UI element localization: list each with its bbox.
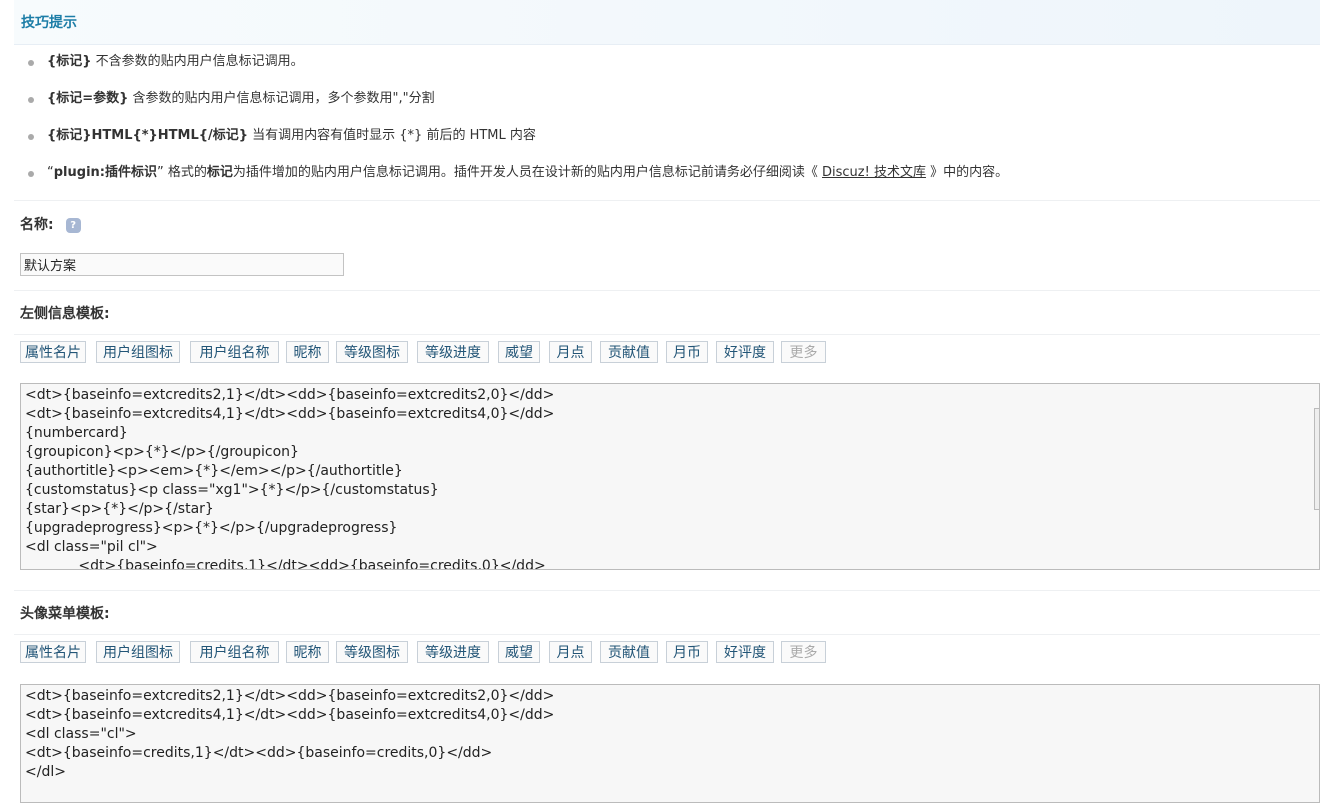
tag-button-level-progress[interactable]: 等级进度 <box>417 641 489 663</box>
tag-button-month-coins[interactable]: 月币 <box>666 641 708 663</box>
left-template-editor[interactable]: <dt>{baseinfo=extcredits2,1}</dt><dd>{ba… <box>20 383 1320 570</box>
tag-button-month-points[interactable]: 月点 <box>549 341 592 363</box>
question-icon[interactable]: ? <box>65 217 81 233</box>
tag-button-group-icon[interactable]: 用户组图标 <box>96 641 180 663</box>
tag-button-level-progress[interactable]: 等级进度 <box>417 341 489 363</box>
tag-button-group-name[interactable]: 用户组名称 <box>190 641 279 663</box>
divider <box>14 290 1320 291</box>
tag-button-level-icon[interactable]: 等级图标 <box>336 641 408 663</box>
tip-tag: {标记=参数} <box>47 91 129 106</box>
tag-button-rating[interactable]: 好评度 <box>716 641 774 663</box>
tag-button-nickname[interactable]: 昵称 <box>286 641 329 663</box>
tip-text: 》中的内容。 <box>925 165 1009 180</box>
doc-link[interactable]: Discuz! 技术文库 <box>822 165 926 180</box>
tag-button-group-name[interactable]: 用户组名称 <box>190 341 279 363</box>
avatar-template-editor[interactable]: <dt>{baseinfo=extcredits2,1}</dt><dd>{ba… <box>20 684 1320 803</box>
tag-button-contribution[interactable]: 贡献值 <box>600 341 658 363</box>
tip-text: 不含参数的贴内用户信息标记调用。 <box>91 54 304 69</box>
tip-tag: 标记 <box>206 165 233 180</box>
tip-tag: {标记}HTML{*}HTML{/标记} <box>47 128 249 143</box>
tag-button-month-coins[interactable]: 月币 <box>666 341 708 363</box>
tips-header: 技巧提示 <box>14 0 1320 45</box>
tag-button-prestige[interactable]: 威望 <box>498 341 540 363</box>
tag-button-group-icon[interactable]: 用户组图标 <box>96 341 180 363</box>
tip-tag: {标记} <box>47 54 92 69</box>
divider <box>14 590 1320 591</box>
tip-text: 含参数的贴内用户信息标记调用，多个参数用","分割 <box>128 91 435 106</box>
left-template-label: 左侧信息模板: <box>20 306 110 322</box>
tag-button-more: 更多 <box>781 341 826 363</box>
tips-list: {标记} 不含参数的贴内用户信息标记调用。 {标记=参数} 含参数的贴内用户信息… <box>25 51 1320 199</box>
divider <box>14 200 1320 201</box>
tag-button-level-icon[interactable]: 等级图标 <box>336 341 408 363</box>
name-label: 名称:? <box>20 214 81 234</box>
name-input[interactable] <box>20 253 344 276</box>
divider <box>14 334 1320 335</box>
tips-title: 技巧提示 <box>21 15 77 31</box>
tip-plugin-tag: plugin:插件标识 <box>53 165 157 180</box>
tag-button-prestige[interactable]: 威望 <box>498 641 540 663</box>
tag-button-contribution[interactable]: 贡献值 <box>600 641 658 663</box>
tip-quote: “ <box>47 165 54 180</box>
tag-button-month-points[interactable]: 月点 <box>549 641 592 663</box>
divider <box>14 634 1320 635</box>
tip-item: “plugin:插件标识” 格式的标记为插件增加的贴内用户信息标记调用。插件开发… <box>25 162 1320 199</box>
tip-text: 当有调用内容有值时显示 {*} 前后的 HTML 内容 <box>248 128 536 143</box>
left-editor-scrollbar[interactable] <box>1314 408 1320 510</box>
tip-item: {标记=参数} 含参数的贴内用户信息标记调用，多个参数用","分割 <box>25 88 1320 125</box>
tip-item: {标记} 不含参数的贴内用户信息标记调用。 <box>25 51 1320 88</box>
tag-button-rating[interactable]: 好评度 <box>716 341 774 363</box>
tag-button-nickname[interactable]: 昵称 <box>286 341 329 363</box>
tag-button-more: 更多 <box>781 641 826 663</box>
tag-button-card[interactable]: 属性名片 <box>20 341 86 363</box>
tip-text: ” 格式的 <box>156 165 207 180</box>
tag-button-card[interactable]: 属性名片 <box>20 641 86 663</box>
tip-text: 为插件增加的贴内用户信息标记调用。插件开发人员在设计新的贴内用户信息标记前请务必… <box>232 165 823 180</box>
avatar-template-label: 头像菜单模板: <box>20 606 110 622</box>
tip-item: {标记}HTML{*}HTML{/标记} 当有调用内容有值时显示 {*} 前后的… <box>25 125 1320 162</box>
